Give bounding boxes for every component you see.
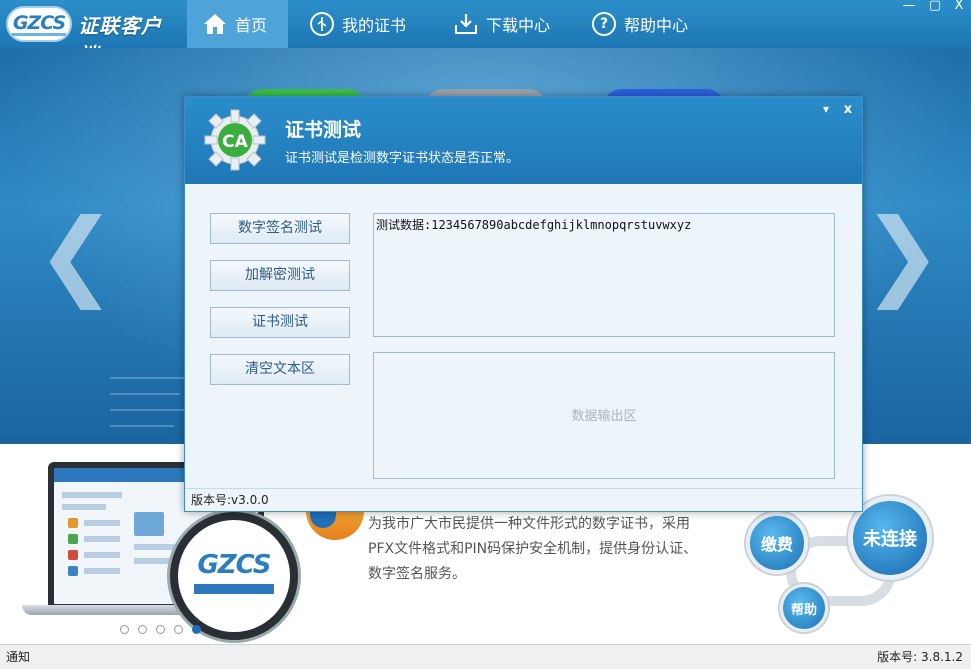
banner-prev-arrow[interactable]: ❮: [36, 198, 116, 310]
nav-home[interactable]: 首页: [187, 0, 288, 48]
app-logo: GZCS 证联客户端: [6, 4, 182, 67]
dialog-version: 版本号:v3.0.0: [185, 488, 862, 511]
banner-next-arrow[interactable]: ❯: [862, 198, 942, 310]
logo-badge: GZCS: [6, 6, 72, 42]
nav-download-center-label: 下载中心: [486, 16, 551, 35]
carousel-dot-active[interactable]: [192, 625, 201, 634]
status-bar: 通知 版本号: 3.8.1.2: [0, 644, 971, 669]
quick-actions: 缴费 未连接 帮助: [746, 496, 932, 632]
carousel-dot[interactable]: [174, 625, 183, 634]
dialog-subtitle: 证书测试是检测数字证书状态是否正常。: [285, 151, 520, 166]
ca-gear-icon: CA: [204, 109, 266, 171]
nav-download-center[interactable]: 下载中心: [438, 0, 566, 48]
carousel-dot[interactable]: [156, 625, 165, 634]
notification-label[interactable]: 通知: [6, 645, 30, 669]
magnifier-logo-mark: GZCS: [197, 550, 271, 580]
window-maximize-button[interactable]: ▢: [924, 0, 946, 14]
dialog-minimize-button[interactable]: ▾: [819, 103, 833, 117]
feature-description: 为我市广大市民提供一种文件形式的数字证书，采用PFX文件格式和PIN码保护安全机…: [368, 516, 698, 582]
top-nav-bar: GZCS 证联客户端 首页 我的证书 下载中心 ? 帮助中心 — ▢ X: [0, 0, 971, 67]
certificate-test-button[interactable]: 证书测试: [210, 307, 350, 338]
dialog-close-button[interactable]: x: [841, 103, 855, 117]
logo-underline: [12, 33, 66, 36]
encrypt-decrypt-test-button[interactable]: 加解密测试: [210, 260, 350, 291]
nav-help-center-label: 帮助中心: [624, 16, 689, 35]
pay-button[interactable]: 缴费: [746, 512, 808, 574]
window-close-button[interactable]: X: [948, 0, 970, 14]
help-button[interactable]: 帮助: [780, 584, 828, 632]
dialog-header: CA 证书测试 证书测试是检测数字证书状态是否正常。 ▾ x: [185, 97, 862, 184]
test-data-input[interactable]: 测试数据:1234567890abcdefghijklmnopqrstuvwxy…: [373, 213, 835, 337]
home-icon: [203, 12, 227, 36]
nav-my-certificates[interactable]: 我的证书: [294, 0, 422, 48]
download-icon: [454, 12, 478, 36]
magnifier-logo-bar: [194, 584, 274, 594]
logo-mark: GZCS: [12, 12, 66, 34]
nav-home-label: 首页: [235, 16, 268, 35]
data-output-placeholder: 数据输出区: [571, 409, 637, 424]
clear-text-button[interactable]: 清空文本区: [210, 354, 350, 385]
carousel-dot[interactable]: [120, 625, 129, 634]
data-output-area[interactable]: 数据输出区: [373, 352, 835, 479]
signature-test-button[interactable]: 数字签名测试: [210, 213, 350, 244]
carousel-indicators: [120, 625, 201, 634]
certificate-test-dialog: CA 证书测试 证书测试是检测数字证书状态是否正常。 ▾ x 数字签名测试 加解…: [184, 96, 863, 512]
dialog-title: 证书测试: [285, 119, 362, 141]
ca-icon-label: CA: [222, 132, 248, 152]
nav-my-certificates-label: 我的证书: [342, 16, 407, 35]
usb-key-icon: [310, 12, 334, 36]
nav-help-center[interactable]: ? 帮助中心: [576, 0, 704, 48]
magnifier-logo: GZCS: [170, 512, 298, 640]
app-version: 版本号: 3.8.1.2: [877, 650, 963, 664]
window-minimize-button[interactable]: —: [898, 0, 920, 14]
help-icon: ?: [592, 12, 616, 36]
carousel-dot[interactable]: [138, 625, 147, 634]
